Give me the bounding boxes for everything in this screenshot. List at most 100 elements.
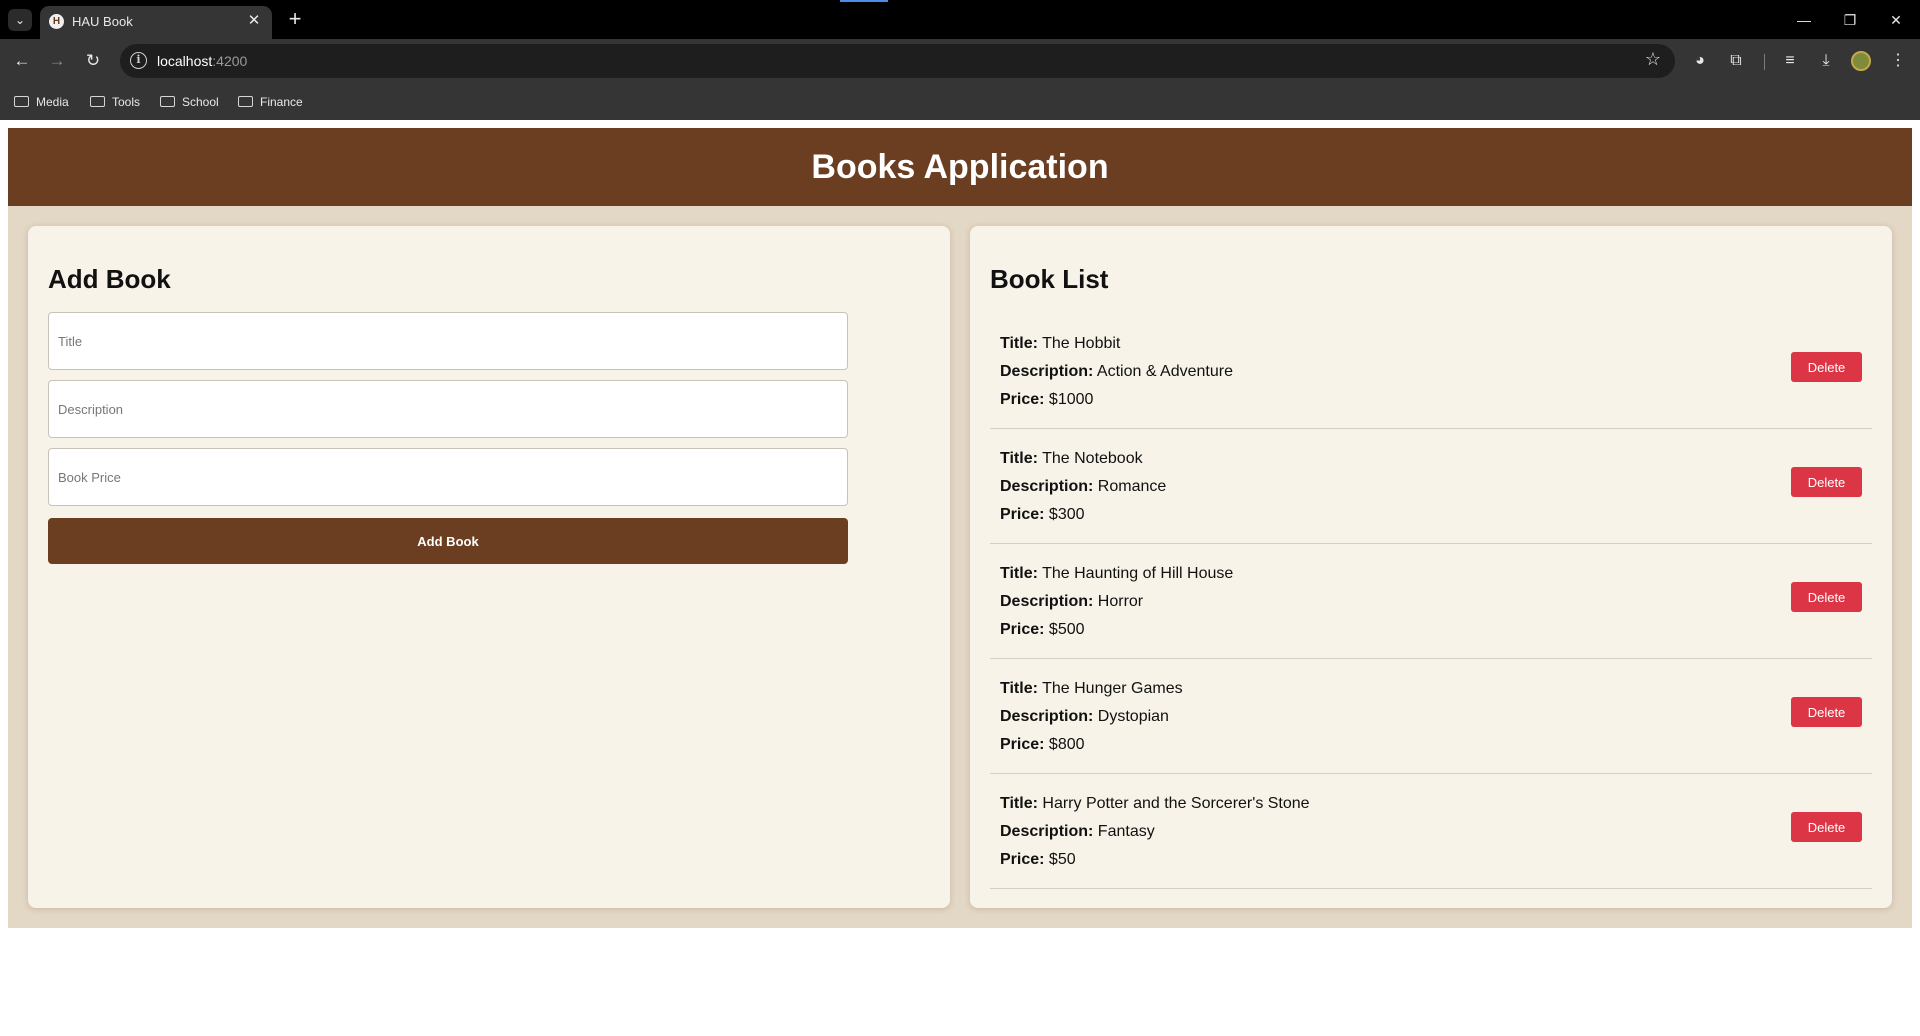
book-title-line: Title: The Notebook [1000, 450, 1143, 468]
book-price-input[interactable] [48, 448, 848, 506]
book-price-line: Price: $50 [1000, 851, 1076, 869]
book-title: Harry Potter and the Sorcerer's Stone [1042, 795, 1310, 812]
media-queue-icon[interactable]: ≡ [1778, 49, 1802, 73]
delete-button[interactable]: Delete [1791, 467, 1862, 497]
description-label: Description: [1000, 708, 1094, 725]
book-item: Title: The Notebook Description: Romance… [990, 429, 1872, 544]
book-item: Title: The Haunting of Hill House Descri… [990, 544, 1872, 659]
folder-icon [238, 96, 253, 107]
title-label: Title: [1000, 795, 1038, 812]
download-icon[interactable]: ⤓ [1814, 49, 1838, 73]
extension-icon[interactable]: ◕ [1688, 49, 1712, 73]
bookmark-school[interactable]: School [160, 92, 219, 112]
book-title: The Hobbit [1042, 335, 1121, 352]
book-item: Title: The Hobbit Description: Action & … [990, 314, 1872, 429]
description-label: Description: [1000, 363, 1094, 380]
tab-search-icon[interactable]: ⌄ [8, 9, 32, 31]
profile-avatar[interactable] [1851, 51, 1871, 71]
delete-button[interactable]: Delete [1791, 582, 1862, 612]
delete-button[interactable]: Delete [1791, 697, 1862, 727]
book-price: $1000 [1048, 391, 1094, 408]
app-header: Books Application [8, 128, 1912, 206]
reload-icon[interactable]: ↻ [79, 47, 107, 75]
site-info-icon[interactable]: i [130, 52, 147, 69]
book-title-line: Title: The Hobbit [1000, 335, 1120, 353]
bookmarks-bar: Media Tools School Finance [0, 83, 1920, 120]
description-label: Description: [1000, 478, 1094, 495]
book-title-line: Title: The Haunting of Hill House [1000, 565, 1233, 583]
book-description: Fantasy [1097, 823, 1155, 840]
book-price-line: Price: $800 [1000, 736, 1085, 754]
bookmark-label: Finance [260, 95, 303, 109]
price-label: Price: [1000, 391, 1045, 408]
title-label: Title: [1000, 335, 1038, 352]
add-book-heading: Add Book [48, 264, 171, 294]
book-description: Romance [1097, 478, 1167, 495]
title-label: Title: [1000, 565, 1038, 582]
forward-icon[interactable]: → [43, 47, 71, 75]
book-description: Dystopian [1097, 708, 1169, 725]
delete-button[interactable]: Delete [1791, 352, 1862, 382]
bookmark-media[interactable]: Media [14, 92, 69, 112]
bookmark-star-icon[interactable]: ☆ [1645, 49, 1661, 70]
book-list: Title: The Hobbit Description: Action & … [990, 314, 1872, 889]
book-item: Title: The Hunger Games Description: Dys… [990, 659, 1872, 774]
add-book-button[interactable]: Add Book [48, 518, 848, 564]
tab-close-icon[interactable]: ✕ [245, 12, 263, 30]
add-book-card: Add Book Add Book [28, 226, 950, 908]
book-description-line: Description: Romance [1000, 478, 1166, 496]
folder-icon [160, 96, 175, 107]
book-price: $500 [1048, 621, 1085, 638]
new-tab-icon[interactable]: + [283, 8, 307, 32]
book-description-line: Description: Dystopian [1000, 708, 1169, 726]
folder-icon [90, 96, 105, 107]
window-close-icon[interactable]: ✕ [1878, 4, 1914, 36]
book-title: The Notebook [1042, 450, 1143, 467]
book-description: Action & Adventure [1096, 363, 1233, 380]
app-title: Books Application [811, 148, 1109, 186]
book-price: $300 [1048, 506, 1085, 523]
extensions-puzzle-icon[interactable]: ⧉ [1724, 49, 1748, 73]
description-label: Description: [1000, 593, 1094, 610]
tab-title: HAU Book [72, 14, 133, 29]
url-port: :4200 [212, 53, 248, 69]
menu-kebab-icon[interactable]: ⋮ [1886, 49, 1910, 73]
book-price-line: Price: $1000 [1000, 391, 1093, 409]
book-title-line: Title: The Hunger Games [1000, 680, 1183, 698]
book-list-card: Book List Title: The Hobbit Description:… [970, 226, 1892, 908]
book-title-line: Title: Harry Potter and the Sorcerer's S… [1000, 795, 1310, 813]
favicon-icon: H [49, 14, 64, 29]
book-description-line: Description: Action & Adventure [1000, 363, 1233, 381]
minimize-icon[interactable]: — [1786, 4, 1822, 36]
book-description-line: Description: Fantasy [1000, 823, 1155, 841]
browser-toolbar: ← → ↻ i localhost:4200 ☆ ◕ ⧉ ≡ ⤓ ⋮ [0, 39, 1920, 83]
book-price-line: Price: $300 [1000, 506, 1085, 524]
bookmark-tools[interactable]: Tools [90, 92, 140, 112]
restore-icon[interactable]: ❐ [1832, 4, 1868, 36]
price-label: Price: [1000, 621, 1045, 638]
title-input[interactable] [48, 312, 848, 370]
folder-icon [14, 96, 29, 107]
address-bar[interactable]: i localhost:4200 ☆ [120, 44, 1675, 78]
title-label: Title: [1000, 680, 1038, 697]
price-label: Price: [1000, 851, 1045, 868]
book-title: The Haunting of Hill House [1042, 565, 1234, 582]
delete-button[interactable]: Delete [1791, 812, 1862, 842]
url-host: localhost [157, 53, 213, 69]
tab-strip-accent [840, 0, 888, 2]
price-label: Price: [1000, 736, 1045, 753]
book-price: $50 [1048, 851, 1076, 868]
bookmark-finance[interactable]: Finance [238, 92, 303, 112]
browser-tab[interactable]: H HAU Book ✕ [40, 6, 272, 39]
toolbar-divider [1764, 54, 1765, 70]
bookmark-label: Tools [112, 95, 141, 109]
book-description-line: Description: Horror [1000, 593, 1143, 611]
back-icon[interactable]: ← [8, 47, 36, 75]
bookmark-label: School [182, 95, 219, 109]
book-title: The Hunger Games [1042, 680, 1183, 697]
title-label: Title: [1000, 450, 1038, 467]
description-label: Description: [1000, 823, 1094, 840]
book-price: $800 [1048, 736, 1085, 753]
description-input[interactable] [48, 380, 848, 438]
price-label: Price: [1000, 506, 1045, 523]
